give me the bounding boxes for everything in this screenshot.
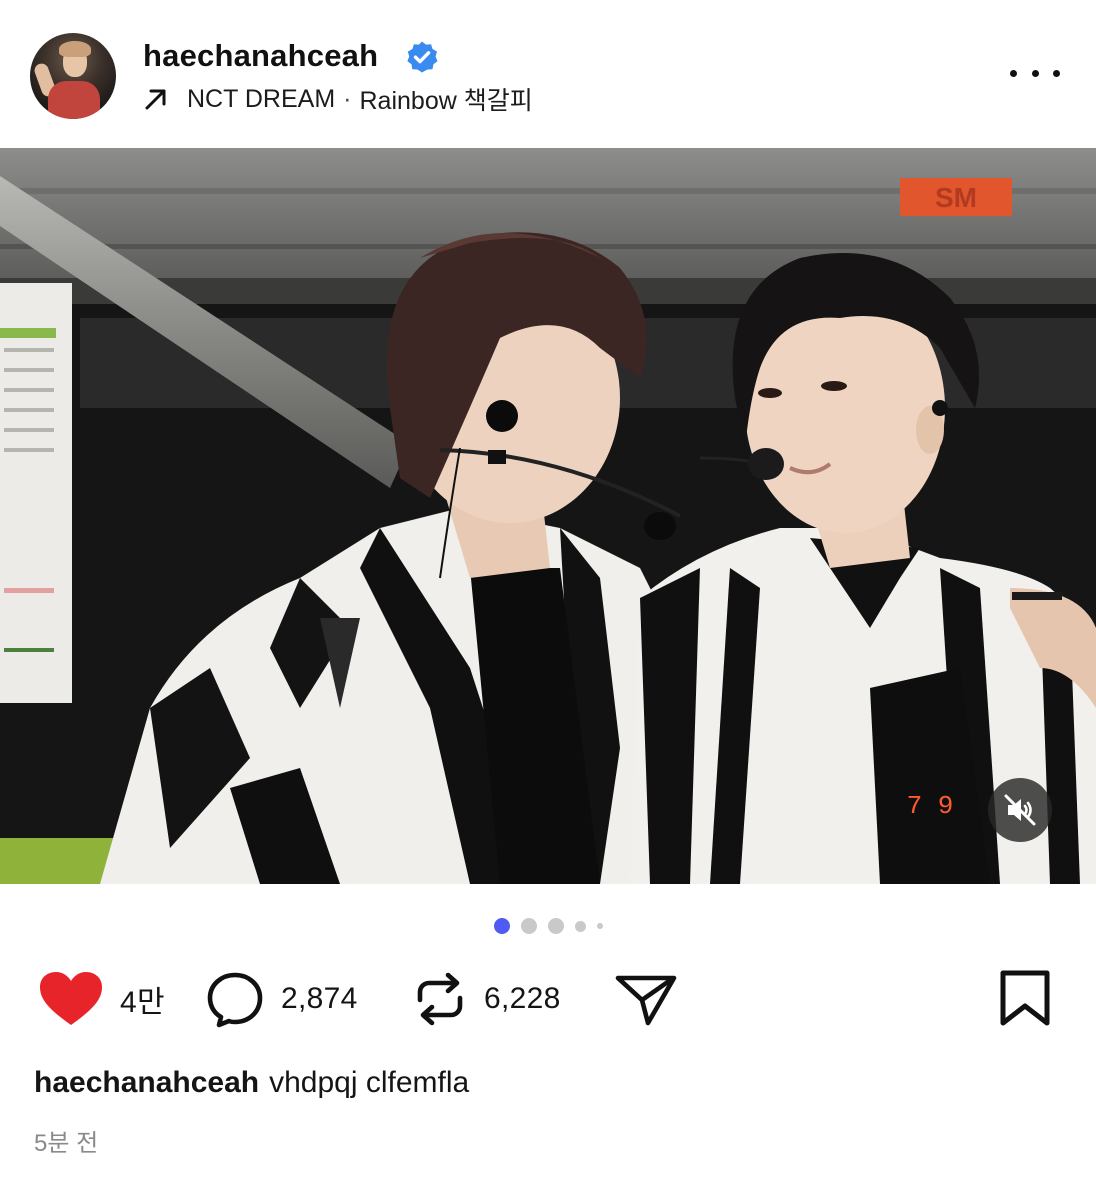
carousel-dot[interactable] — [547, 918, 564, 934]
music-link[interactable]: NCT DREAM · Rainbow 책갈피 — [143, 83, 533, 115]
signage-text: SM — [935, 182, 977, 213]
share-button[interactable] — [614, 970, 678, 1028]
post-timestamp: 5분 전 — [34, 1130, 99, 1157]
comment-count: 2,874 — [281, 982, 358, 1015]
comment-bubble-icon — [207, 972, 263, 1028]
action-bar: 4만 2,874 6,228 — [0, 960, 1096, 1040]
photo-illustration: SM 7 9 — [0, 148, 1096, 884]
comment-button[interactable]: 2,874 — [205, 970, 358, 1028]
arrow-up-right-icon — [145, 89, 166, 110]
repost-count: 6,228 — [484, 982, 561, 1015]
carousel-dot-active[interactable] — [493, 918, 510, 934]
verified-badge-icon — [407, 41, 438, 73]
avatar[interactable] — [30, 33, 116, 119]
post-header: haechanahceah NCT DREAM · Rainbow 책갈피 — [0, 0, 1096, 148]
repost-icon — [417, 972, 463, 1026]
carousel-indicator — [0, 918, 1096, 934]
post-username[interactable]: haechanahceah — [143, 38, 378, 74]
caption-username[interactable]: haechanahceah — [34, 1066, 259, 1099]
carousel-dot[interactable] — [574, 920, 586, 932]
mute-button[interactable] — [988, 778, 1052, 842]
caption-text: vhdpqj clfemfla — [269, 1066, 470, 1099]
music-separator: · — [343, 84, 352, 113]
like-button[interactable]: 4만 — [38, 970, 165, 1028]
more-options-button[interactable] — [1010, 58, 1060, 88]
more-horizontal-icon — [1010, 69, 1017, 77]
like-count: 4만 — [120, 986, 165, 1019]
speaker-muted-icon — [1004, 794, 1036, 826]
music-track: Rainbow 책갈피 — [359, 87, 533, 115]
carousel-dot[interactable] — [596, 923, 603, 929]
send-icon — [615, 975, 677, 1026]
post-caption: haechanahceah vhdpqj clfemfla — [34, 1066, 469, 1100]
heart-filled-icon — [40, 972, 102, 1025]
music-artist: NCT DREAM — [187, 84, 336, 113]
led-digits: 7 9 — [907, 791, 954, 821]
post-photo[interactable]: SM 7 9 — [0, 148, 1096, 884]
carousel-dot[interactable] — [520, 918, 537, 934]
save-button[interactable] — [998, 968, 1052, 1028]
bookmark-icon — [1000, 970, 1050, 1026]
repost-button[interactable]: 6,228 — [412, 970, 561, 1028]
